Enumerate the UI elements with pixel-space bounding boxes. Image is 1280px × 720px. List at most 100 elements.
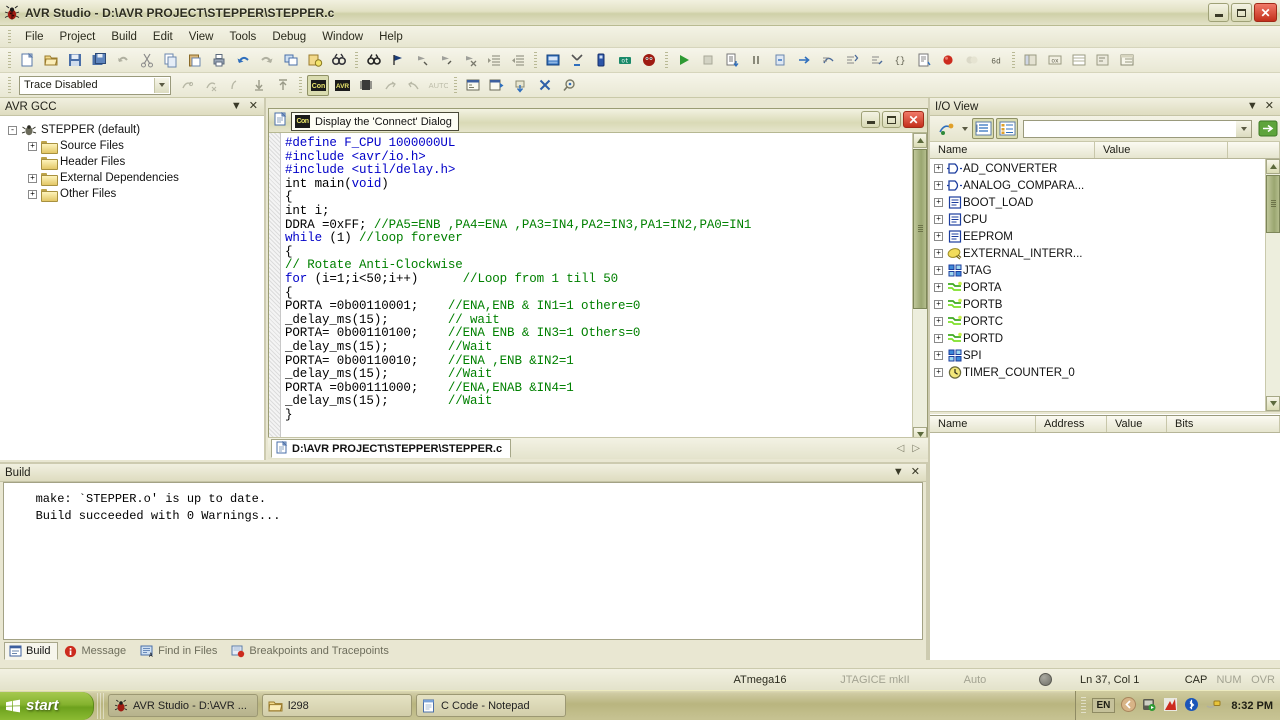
io-bits-body[interactable] <box>930 433 1280 660</box>
menu-window[interactable]: Window <box>314 28 371 46</box>
io-list-item[interactable]: + JTAG <box>930 262 1265 279</box>
project-window-icon[interactable] <box>1020 50 1042 71</box>
about-icon[interactable] <box>638 50 660 71</box>
avr-gcc-collapse-icon[interactable]: ▼ <box>231 101 242 112</box>
expander-icon[interactable]: + <box>934 249 943 258</box>
memory-window-icon[interactable] <box>1068 50 1090 71</box>
io-view-icon[interactable] <box>1116 50 1138 71</box>
io-list-item[interactable]: + PORTA <box>930 279 1265 296</box>
rebuild-all-icon[interactable] <box>486 75 508 96</box>
expander-icon[interactable]: + <box>934 198 943 207</box>
io-view-close-icon[interactable]: ✕ <box>1265 101 1274 112</box>
io-list-item[interactable]: + PORTD <box>930 330 1265 347</box>
build-output-text[interactable]: make: `STEPPER.o' is up to date. Build s… <box>3 482 923 640</box>
show-next-statement-icon[interactable] <box>793 50 815 71</box>
disassembly-icon[interactable] <box>1092 50 1114 71</box>
editor-maximize-button[interactable] <box>882 111 901 128</box>
tools-icon[interactable] <box>566 50 588 71</box>
system-clock[interactable]: 8:32 PM <box>1227 700 1273 712</box>
find-icon[interactable] <box>363 50 385 71</box>
editor-vertical-scrollbar[interactable] <box>912 133 927 442</box>
io-view-collapse-icon[interactable]: ▼ <box>1247 101 1258 112</box>
scroll-up-button[interactable] <box>913 133 927 148</box>
hex-view-icon[interactable]: 6d <box>985 50 1007 71</box>
stk500-icon[interactable]: ot <box>614 50 636 71</box>
tab-next-icon[interactable]: ▷ <box>912 443 920 454</box>
expander-icon[interactable]: + <box>934 351 943 360</box>
menu-view[interactable]: View <box>181 28 222 46</box>
toolbar-grip-6[interactable] <box>8 77 11 93</box>
usb-device-icon[interactable] <box>1205 697 1221 714</box>
io-list-item[interactable]: + CPU <box>930 211 1265 228</box>
paste-icon[interactable] <box>184 50 206 71</box>
avr-simulator-icon[interactable] <box>542 50 564 71</box>
io-list-item[interactable]: + SPI <box>930 347 1265 364</box>
io-scroll-up-button[interactable] <box>1266 159 1280 174</box>
tree-item-stepper[interactable]: - STEPPER (default) <box>6 122 264 138</box>
run-to-cursor-icon[interactable] <box>865 50 887 71</box>
menu-edit[interactable]: Edit <box>145 28 181 46</box>
show-hidden-icon[interactable] <box>1121 696 1137 715</box>
pause-icon[interactable] <box>745 50 767 71</box>
expander-icon[interactable]: + <box>934 232 943 241</box>
io-bits-col-name[interactable]: Name <box>930 416 1036 432</box>
io-col-name[interactable]: Name <box>930 142 1095 158</box>
editor-minimize-button[interactable] <box>861 111 880 128</box>
expander-icon[interactable]: + <box>28 173 37 183</box>
io-tree-view-icon[interactable] <box>972 118 994 139</box>
save-icon[interactable] <box>64 50 86 71</box>
minimize-button[interactable] <box>1208 3 1229 22</box>
kaspersky-icon[interactable] <box>1163 697 1178 715</box>
find-binocular-icon[interactable] <box>328 50 350 71</box>
start-button[interactable]: start <box>0 691 94 720</box>
step-into-icon[interactable] <box>721 50 743 71</box>
toolbar-grip-7[interactable] <box>299 77 302 93</box>
io-list-item[interactable]: + BOOT_LOAD <box>930 194 1265 211</box>
toolbar-grip-1[interactable] <box>8 52 11 68</box>
cut-icon[interactable] <box>136 50 158 71</box>
step-out-icon[interactable] <box>841 50 863 71</box>
print-icon[interactable] <box>208 50 230 71</box>
io-vertical-scrollbar[interactable] <box>1265 159 1280 411</box>
toggle-breakpoint-icon[interactable] <box>937 50 959 71</box>
chip-icon[interactable] <box>355 75 377 96</box>
menu-build[interactable]: Build <box>103 28 145 46</box>
expander-icon[interactable]: + <box>934 215 943 224</box>
build-close-icon[interactable]: ✕ <box>911 467 920 478</box>
source-view-icon[interactable] <box>913 50 935 71</box>
selection-margin[interactable] <box>269 133 281 442</box>
tab-find-in-files[interactable]: A Find in Files <box>135 642 225 660</box>
menu-tools[interactable]: Tools <box>221 28 264 46</box>
copy-icon[interactable] <box>160 50 182 71</box>
run-icon[interactable] <box>673 50 695 71</box>
code-text[interactable]: #define F_CPU 1000000UL #include <avr/io.… <box>281 133 912 442</box>
io-filter-input[interactable] <box>1024 120 1251 137</box>
io-refresh-icon[interactable] <box>936 118 958 139</box>
language-indicator[interactable]: EN <box>1091 698 1116 713</box>
io-list-item[interactable]: + ANALOG_COMPARA... <box>930 177 1265 194</box>
project-wizard-icon[interactable] <box>304 50 326 71</box>
bookmark-icon[interactable] <box>387 50 409 71</box>
tab-message[interactable]: Message <box>59 642 134 660</box>
io-col-value[interactable]: Value <box>1095 142 1228 158</box>
build-project-icon[interactable] <box>462 75 484 96</box>
clean-icon[interactable] <box>534 75 556 96</box>
tile-windows-icon[interactable] <box>280 50 302 71</box>
trace-mode-combo[interactable]: Trace Disabled <box>19 75 171 95</box>
expander-icon[interactable]: + <box>934 283 943 292</box>
avr-prog-icon[interactable]: AVR <box>331 75 353 96</box>
watch-window-icon[interactable]: ox <box>1044 50 1066 71</box>
tree-item-source-files[interactable]: + Source Files <box>6 138 264 154</box>
new-file-icon[interactable] <box>16 50 38 71</box>
maximize-button[interactable] <box>1231 3 1252 22</box>
taskbar-item-c-code-notepad[interactable]: C Code - Notepad <box>416 694 566 717</box>
io-list-item[interactable]: + TIMER_COUNTER_0 <box>930 364 1265 381</box>
tree-item-external-dependencies[interactable]: + External Dependencies <box>6 170 264 186</box>
io-list-item[interactable]: + EEPROM <box>930 228 1265 245</box>
clear-bookmarks-icon[interactable] <box>459 50 481 71</box>
step-over-icon[interactable] <box>817 50 839 71</box>
expander-icon[interactable]: + <box>28 189 37 199</box>
editor-scroll-thumb[interactable] <box>913 149 927 309</box>
taskbar-item-avr-studio[interactable]: AVR Studio - D:\AVR ... <box>108 694 258 717</box>
menu-project[interactable]: Project <box>52 28 104 46</box>
